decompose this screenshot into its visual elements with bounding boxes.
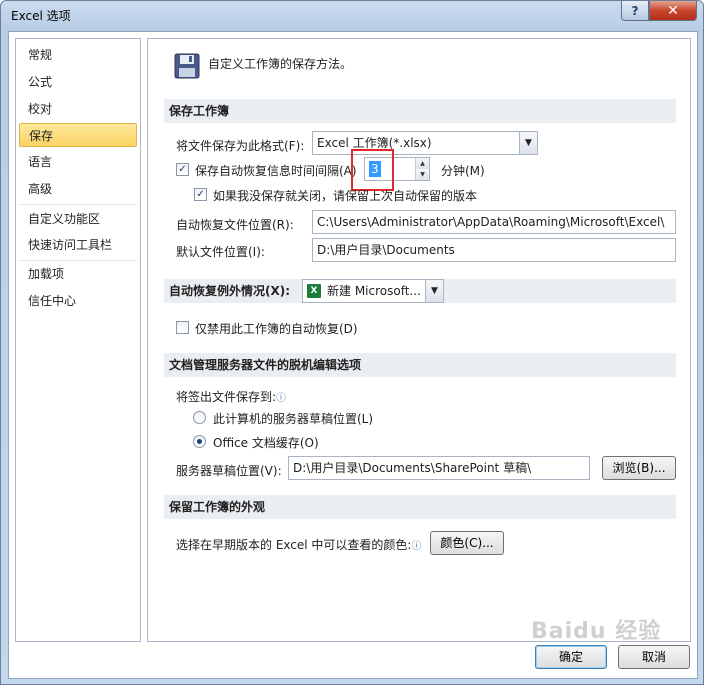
autorecover-location-input[interactable]: C:\Users\Administrator\AppData\Roaming\M… [312, 210, 676, 234]
save-format-value: Excel 工作簿(*.xlsx) [317, 136, 432, 150]
nav-item-addins[interactable]: 加载项 [19, 262, 137, 286]
excel-options-dialog: Excel 选项 ? ✕ 常规 公式 校对 保存 语言 高级 自定义功能区 快速… [0, 0, 704, 685]
nav-item-advanced[interactable]: 高级 [19, 177, 137, 201]
title-bar: Excel 选项 ? ✕ [1, 1, 703, 31]
nav-item-proofing[interactable]: 校对 [19, 97, 137, 121]
checkout-label: 将签出文件保存到:ⓘ [176, 388, 286, 405]
colors-button[interactable]: 颜色(C)... [430, 531, 504, 555]
nav-item-customize-ribbon[interactable]: 自定义功能区 [19, 207, 137, 231]
help-button[interactable]: ? [621, 1, 649, 21]
radio-server-drafts-label: 此计算机的服务器草稿位置(L) [213, 412, 374, 426]
section-save-workbooks: 保存工作簿 [164, 99, 676, 123]
nav-item-general[interactable]: 常规 [19, 43, 137, 67]
nav-item-trust-center[interactable]: 信任中心 [19, 289, 137, 313]
default-location-input[interactable]: D:\用户目录\Documents [312, 238, 676, 262]
chevron-down-icon[interactable]: ▼ [425, 280, 443, 302]
options-nav: 常规 公式 校对 保存 语言 高级 自定义功能区 快速访问工具栏 加载项 信任中… [15, 38, 141, 642]
ok-button[interactable]: 确定 [535, 645, 607, 669]
radio-office-cache-label: Office 文档缓存(O) [213, 436, 319, 450]
excel-icon: X [307, 284, 321, 298]
baidu-watermark: Baidu 经验 [531, 619, 662, 644]
nav-item-quick-access-toolbar[interactable]: 快速访问工具栏 [19, 233, 137, 257]
autorecover-exceptions-label: 自动恢复例外情况(X): [169, 284, 291, 298]
radio-server-drafts[interactable] [193, 411, 206, 424]
disable-autorecover-checkbox[interactable] [176, 321, 189, 334]
nav-divider [19, 204, 137, 205]
disable-autorecover-label: 仅禁用此工作簿的自动恢复(D) [195, 322, 358, 336]
floppy-disk-icon [174, 53, 200, 82]
window-title: Excel 选项 [11, 9, 71, 23]
save-format-label: 将文件保存为此格式(F): [176, 139, 305, 153]
section-offline-editing: 文档管理服务器文件的脱机编辑选项 [164, 353, 676, 377]
server-drafts-input[interactable]: D:\用户目录\Documents\SharePoint 草稿\ [288, 456, 590, 480]
colors-label-text: 选择在早期版本的 Excel 中可以查看的颜色: [176, 538, 412, 552]
nav-divider [19, 260, 137, 261]
nav-item-language[interactable]: 语言 [19, 150, 137, 174]
nav-item-save[interactable]: 保存 [19, 123, 137, 147]
minutes-unit-label: 分钟(M) [441, 164, 485, 178]
spin-up-icon[interactable]: ▲ [415, 158, 429, 169]
keep-last-version-label: 如果我没保存就关闭，请保留上次自动保留的版本 [213, 189, 478, 203]
autorecover-exceptions-value: 新建 Microsoft... [327, 284, 421, 298]
nav-item-formulas[interactable]: 公式 [19, 70, 137, 94]
close-button[interactable]: ✕ [649, 1, 697, 21]
autorecover-checkbox[interactable]: ✓ [176, 163, 189, 176]
highlight-box [351, 149, 394, 191]
info-icon: ⓘ [276, 393, 287, 404]
chevron-down-icon[interactable]: ▼ [519, 132, 537, 154]
autorecover-exceptions-select[interactable]: X 新建 Microsoft... ▼ [302, 279, 444, 303]
panel-header: 自定义工作簿的保存方法。 [208, 57, 353, 71]
checkout-label-text: 将签出文件保存到: [176, 390, 277, 404]
keep-last-version-checkbox[interactable]: ✓ [194, 188, 207, 201]
server-drafts-label: 服务器草稿位置(V): [176, 464, 282, 478]
spin-down-icon[interactable]: ▼ [415, 169, 429, 180]
save-options-panel: 自定义工作簿的保存方法。 保存工作簿 将文件保存为此格式(F): Excel 工… [147, 38, 691, 642]
info-icon: ⓘ [411, 541, 422, 552]
radio-office-cache[interactable] [193, 435, 206, 448]
dialog-client-area: 常规 公式 校对 保存 语言 高级 自定义功能区 快速访问工具栏 加载项 信任中… [8, 31, 698, 679]
cancel-button[interactable]: 取消 [618, 645, 690, 669]
browse-button[interactable]: 浏览(B)... [602, 456, 676, 480]
section-preserve-appearance: 保留工作簿的外观 [164, 495, 676, 519]
autorecover-location-label: 自动恢复文件位置(R): [176, 218, 294, 232]
autorecover-label: 保存自动恢复信息时间间隔(A) [195, 164, 357, 178]
save-format-select[interactable]: Excel 工作簿(*.xlsx) ▼ [312, 131, 538, 155]
colors-label: 选择在早期版本的 Excel 中可以查看的颜色:ⓘ [176, 536, 421, 553]
default-location-label: 默认文件位置(I): [176, 245, 265, 259]
